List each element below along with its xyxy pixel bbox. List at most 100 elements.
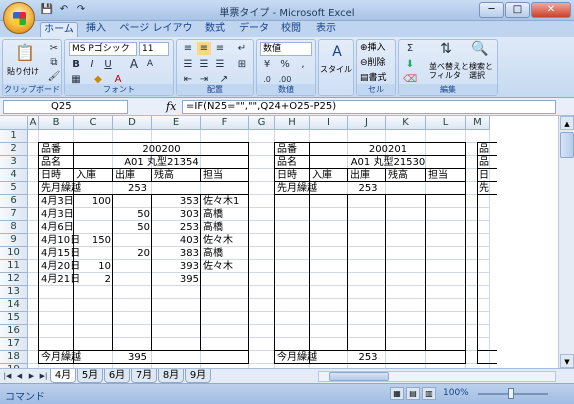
product-no-value[interactable]: 200201 [312,143,464,156]
column-header[interactable]: G [249,116,275,130]
sheet-tab-sep[interactable]: 9月 [185,369,211,383]
product-name-label[interactable]: 品名 [41,156,72,169]
minimize-button[interactable]: ─ [479,2,504,18]
entry-out[interactable] [115,195,150,208]
column-heading[interactable]: 入庫 [76,169,111,182]
entry-date[interactable]: 4月15日 [41,247,80,260]
fill-icon[interactable]: ⬇ [403,58,417,71]
row-header[interactable]: 4 [0,169,28,182]
number-format-select[interactable]: 数値 [260,42,312,56]
select-all-corner[interactable] [0,116,28,130]
column-heading[interactable]: 担当 [203,169,247,182]
delete-cells-button[interactable]: ⊖削除 [360,57,386,69]
row-header[interactable]: 13 [0,286,28,299]
carryover-label[interactable]: 先月繰越 [277,182,317,195]
close-button[interactable]: ✕ [531,2,571,18]
entry-in[interactable] [76,247,111,260]
row-header[interactable]: 17 [0,338,28,351]
sheet-tab-may[interactable]: 5月 [77,369,103,383]
next-sheet-icon[interactable]: ▶ [26,370,37,382]
entry-out[interactable] [115,273,150,286]
currency-icon[interactable]: ¥ [260,58,274,71]
wrap-text-icon[interactable]: ↵ [235,42,249,55]
column-header[interactable]: B [39,116,74,130]
entry-out[interactable] [115,260,150,273]
nextmonth-label[interactable]: 今月繰越 [277,351,317,364]
entry-balance[interactable]: 353 [154,195,199,208]
column-header[interactable]: J [348,116,386,130]
entry-staff[interactable]: 高橋 [203,208,247,221]
zoom-slider-knob[interactable] [508,388,514,399]
paste-button[interactable]: 貼り付け [7,66,39,78]
column-heading[interactable]: 担当 [428,169,464,182]
column-header[interactable]: K [386,116,426,130]
entry-date[interactable]: 4月21日 [41,273,80,286]
entry-date[interactable]: 4月10日 [41,234,80,247]
copy-icon[interactable]: ⧉ [47,56,61,69]
row-header[interactable]: 10 [0,247,28,260]
row-header[interactable]: 16 [0,325,28,338]
tab-view[interactable]: 表示 [310,22,342,37]
product-name-value[interactable]: A01 丸型21530 [312,156,464,169]
entry-in[interactable] [76,208,111,221]
column-header[interactable]: M [466,116,490,130]
column-header[interactable]: F [201,116,249,130]
styles-button[interactable]: スタイル [320,64,352,76]
scroll-down-icon[interactable]: ▼ [560,354,574,368]
row-header[interactable]: 18 [0,351,28,364]
column-header[interactable]: D [113,116,152,130]
product-no-value[interactable]: 200200 [76,143,247,156]
office-button[interactable] [3,2,35,34]
entry-date[interactable]: 4月3日 [41,195,74,208]
partial-card-label[interactable]: 先 [479,182,489,195]
column-header[interactable]: A [28,116,39,130]
entry-balance[interactable]: 253 [154,221,199,234]
entry-staff[interactable] [203,273,247,286]
entry-staff[interactable]: 佐々木 [203,260,247,273]
scroll-up-icon[interactable]: ▲ [560,116,574,130]
product-no-label[interactable]: 品番 [41,143,72,156]
sheet-tab-aug[interactable]: 8月 [158,369,184,383]
tab-formulas[interactable]: 数式 [198,22,232,37]
product-name-label[interactable]: 品名 [277,156,308,169]
font-size-select[interactable]: 11 [139,42,169,56]
column-heading[interactable]: 入庫 [312,169,346,182]
nextmonth-value[interactable]: 395 [76,351,199,364]
sheet-tab-apr[interactable]: 4月 [50,369,76,383]
row-header[interactable]: 8 [0,221,28,234]
comma-icon[interactable]: , [296,58,310,71]
carryover-label[interactable]: 先月繰越 [41,182,81,195]
entry-balance[interactable]: 303 [154,208,199,221]
merge-center-icon[interactable]: ⊞ [235,58,249,71]
cut-icon[interactable]: ✂ [47,42,61,55]
sheet-tab-jun[interactable]: 6月 [104,369,130,383]
row-header[interactable]: 9 [0,234,28,247]
format-cells-button[interactable]: ▤書式 [360,72,387,84]
entry-staff[interactable]: 高橋 [203,247,247,260]
entry-balance[interactable]: 383 [154,247,199,260]
entry-out[interactable]: 50 [115,221,150,234]
row-header[interactable]: 6 [0,195,28,208]
entry-staff[interactable]: 佐々木1 [203,195,247,208]
column-header[interactable]: I [310,116,348,130]
row-header[interactable]: 2 [0,143,28,156]
grow-font-button[interactable]: A [127,58,141,71]
horizontal-scrollbar[interactable] [318,371,556,382]
sort-filter-icon[interactable]: ⇅ [437,42,455,61]
entry-in[interactable]: 2 [76,273,111,286]
page-layout-view-icon[interactable]: ▤ [406,387,420,400]
entry-staff[interactable]: 佐々木 [203,234,247,247]
row-header[interactable]: 3 [0,156,28,169]
align-top-icon[interactable]: ≡ [181,42,195,55]
product-name-value[interactable]: A01 丸型21354 [76,156,247,169]
entry-in[interactable]: 10 [76,260,111,273]
tab-insert[interactable]: 挿入 [80,22,112,37]
align-left-icon[interactable]: ☰ [181,58,195,71]
entry-in[interactable]: 100 [76,195,111,208]
paste-icon[interactable]: 📋 [15,43,35,63]
column-header[interactable]: H [275,116,310,130]
percent-icon[interactable]: % [278,58,292,71]
entry-balance[interactable]: 403 [154,234,199,247]
entry-date[interactable]: 4月6日 [41,221,74,234]
sheet-tab-jul[interactable]: 7月 [131,369,157,383]
